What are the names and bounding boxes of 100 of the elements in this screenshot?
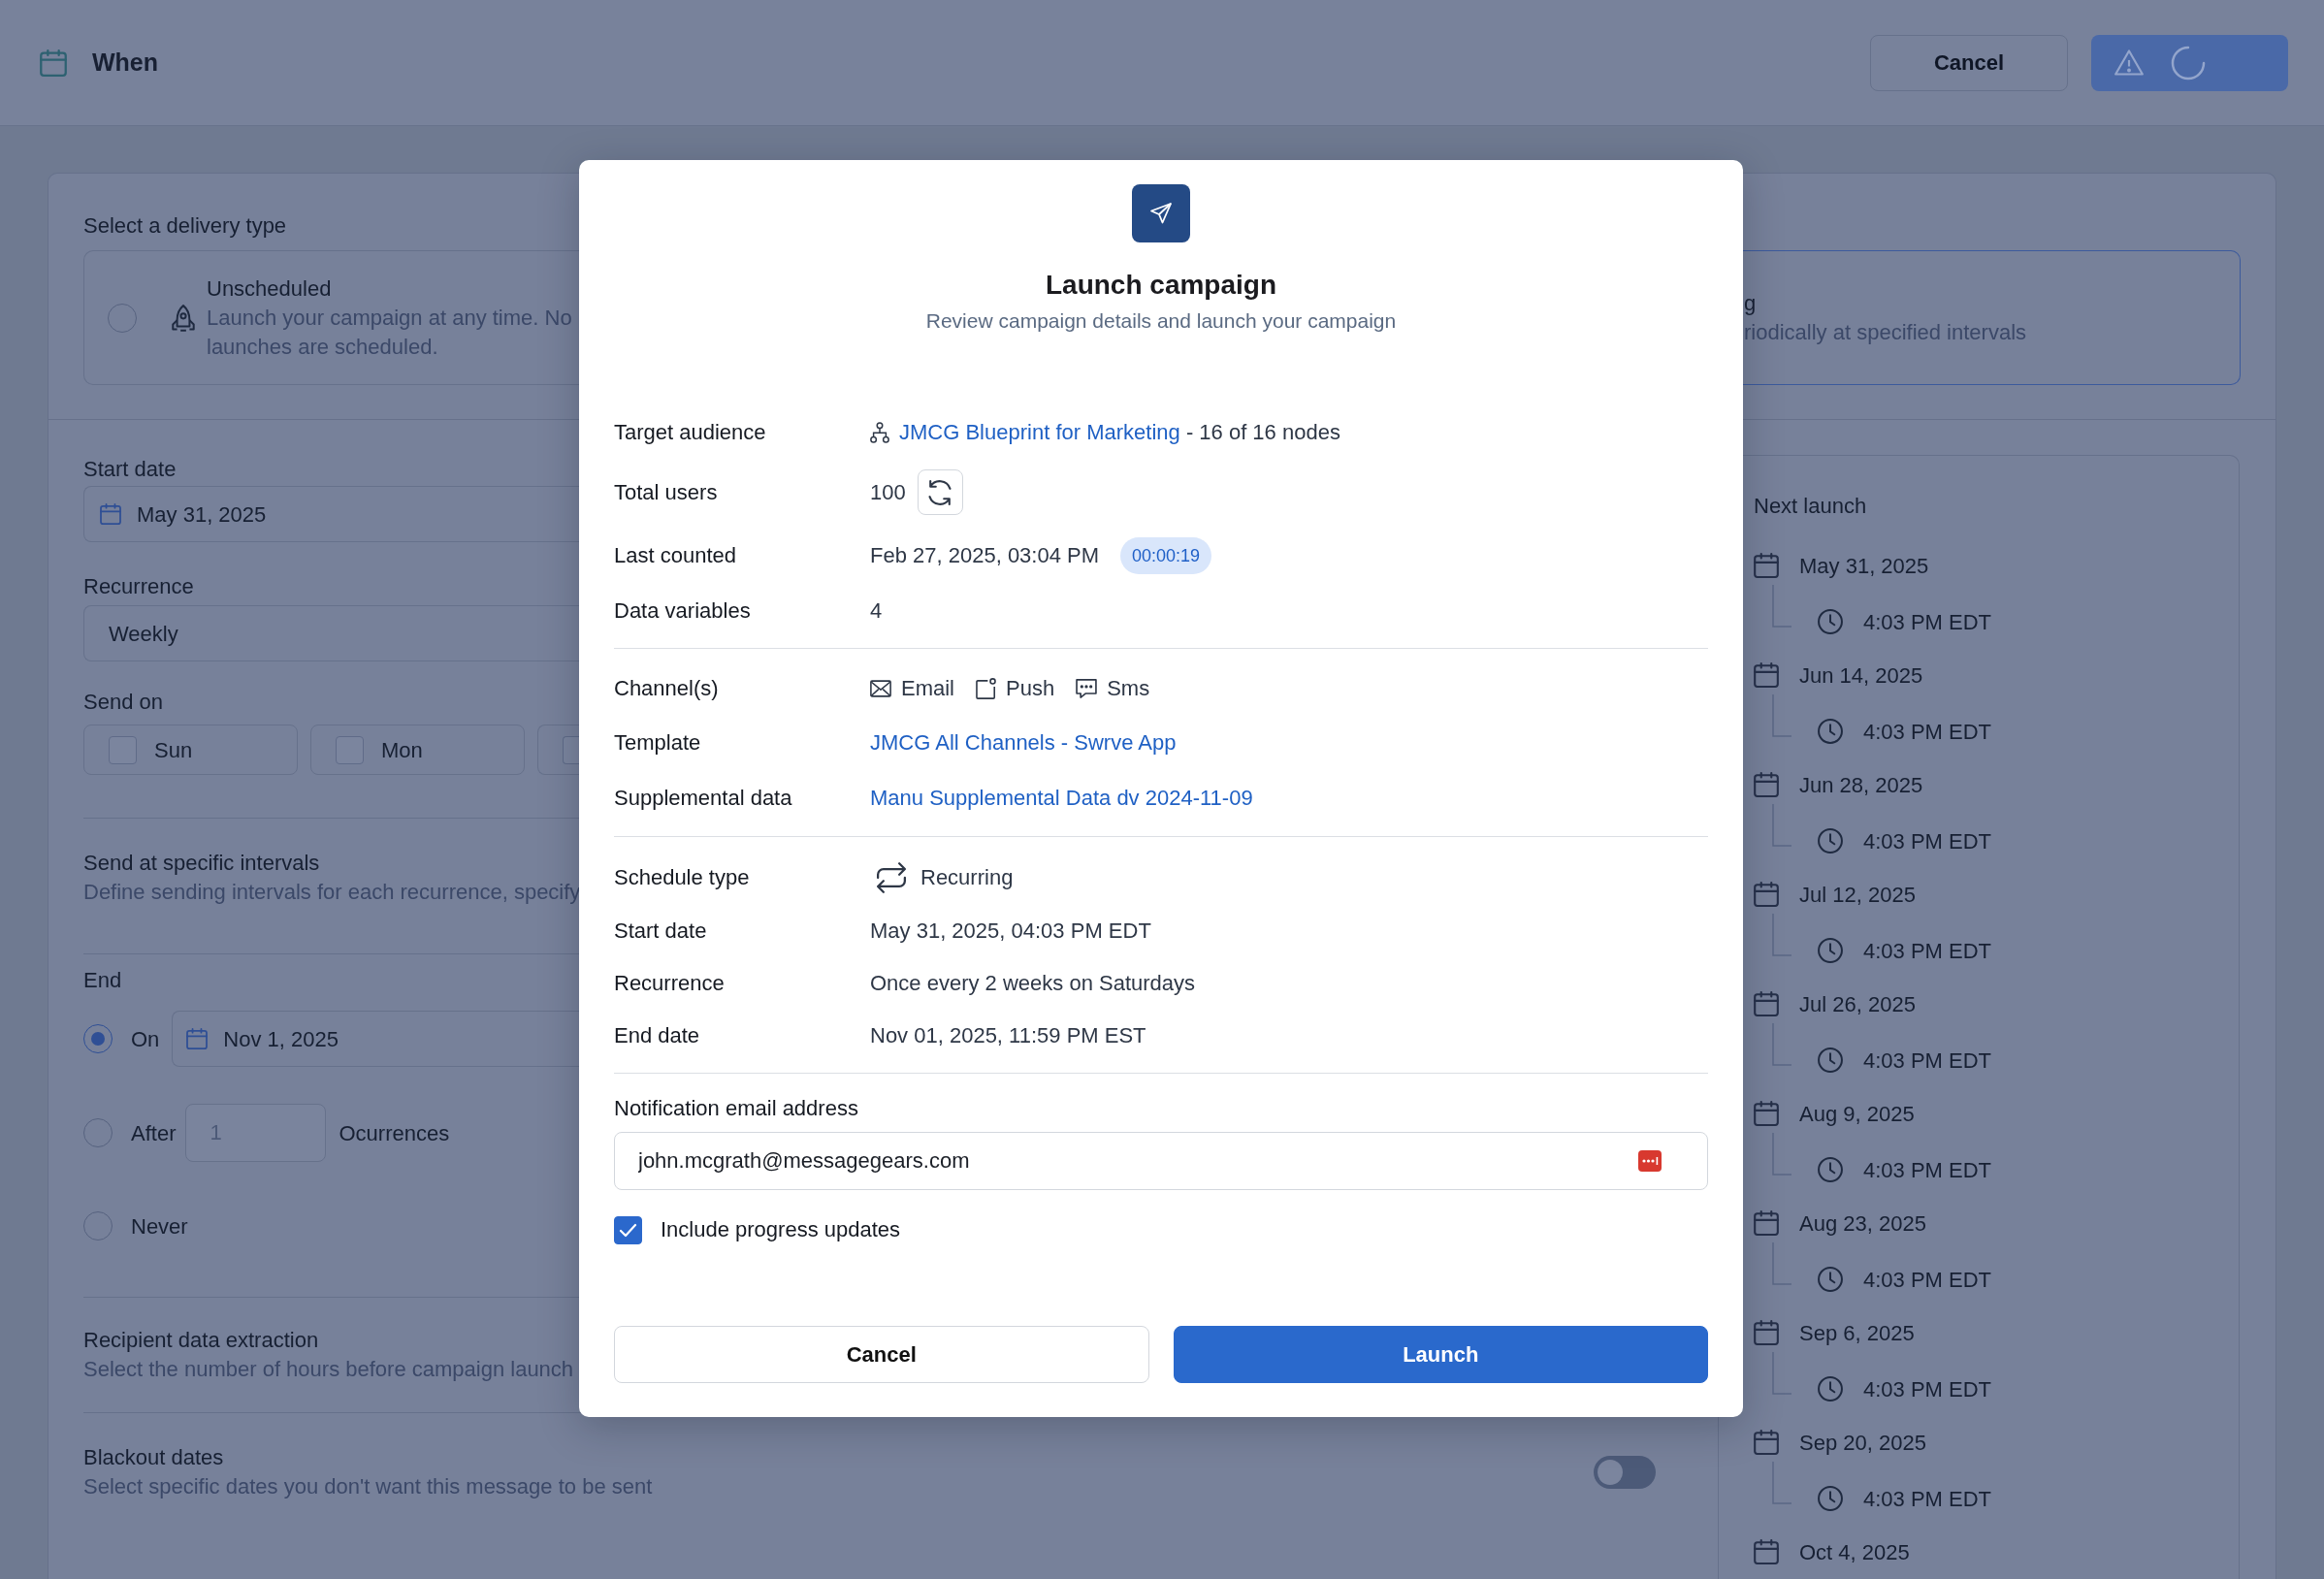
detail-label: Channel(s) xyxy=(614,675,720,702)
field-label: End xyxy=(83,967,122,994)
clock-icon xyxy=(1818,1157,1843,1182)
option-label: Never xyxy=(131,1212,188,1241)
clock-icon xyxy=(1818,938,1843,963)
calendar-icon xyxy=(1754,1210,1779,1236)
calendar-icon xyxy=(1754,662,1779,688)
ellipsis-icon xyxy=(1638,1150,1662,1172)
hierarchy-icon xyxy=(870,422,889,443)
connector-line xyxy=(1772,694,1791,737)
calendar-icon xyxy=(1754,1539,1779,1564)
audience-value: JMCG Blueprint for Marketing - 16 of 16 nodes xyxy=(899,419,1340,446)
connector-line xyxy=(1772,1133,1791,1176)
clock-icon xyxy=(1818,609,1843,634)
page-title: When xyxy=(92,47,159,78)
rocket-icon xyxy=(172,304,195,332)
option-title: g xyxy=(1744,289,1757,317)
email-field[interactable]: john.mcgrath@messagegears.com xyxy=(614,1132,1708,1190)
loading-button[interactable] xyxy=(2091,34,2288,91)
launch-date: Sep 20, 2025 xyxy=(1799,1429,1926,1457)
cancel-button[interactable]: Cancel xyxy=(614,1326,1149,1383)
launch-date: Aug 9, 2025 xyxy=(1799,1100,1915,1128)
launch-time: 4:03 PM EDT xyxy=(1863,608,1992,636)
app-notification-icon xyxy=(976,678,996,699)
section-title: Blackout dates xyxy=(83,1444,224,1471)
detail-value: 4 xyxy=(870,597,883,625)
field-label: Recurrence xyxy=(83,573,194,600)
audience-link[interactable]: JMCG Blueprint for Marketing xyxy=(899,420,1180,444)
detail-link[interactable]: Manu Supplemental Data dv 2024-11-09 xyxy=(870,782,1253,814)
launch-date: Jul 12, 2025 xyxy=(1799,881,1916,909)
repeat-icon xyxy=(876,862,907,893)
launch-time: 4:03 PM EDT xyxy=(1863,937,1992,965)
calendar-icon xyxy=(100,503,121,525)
check-icon xyxy=(619,1222,637,1238)
calendar-icon xyxy=(1754,772,1779,797)
detail-value: Feb 27, 2025, 03:04 PM xyxy=(870,542,1100,569)
detail-value: 100 xyxy=(870,478,906,506)
detail-label: Recurrence xyxy=(614,970,726,997)
launch-time: 4:03 PM EDT xyxy=(1863,1266,1992,1294)
field-label: Send on xyxy=(83,689,163,716)
panel-title: Next launch xyxy=(1754,493,1867,520)
section-description: Select the number of hours before campaign launch xyxy=(83,1356,574,1383)
section-title: Recipient data extraction xyxy=(83,1327,319,1354)
detail-label: Data variables xyxy=(614,597,752,625)
detail-label: Last counted xyxy=(614,542,737,569)
day-option[interactable]: Sun xyxy=(83,725,298,775)
date-field[interactable]: Nov 1, 2025 xyxy=(172,1011,580,1067)
detail-label: Template xyxy=(614,728,702,757)
launch-date: Jun 14, 2025 xyxy=(1799,661,1923,690)
connector-line xyxy=(1772,1462,1791,1504)
detail-value: Once every 2 weeks on Saturdays xyxy=(870,970,1196,997)
detail-link[interactable]: JMCG All Channels - Swrve App xyxy=(870,726,1177,758)
calendar-icon xyxy=(1754,991,1779,1016)
cancel-button[interactable]: Cancel xyxy=(1870,34,2068,91)
checkbox[interactable] xyxy=(336,735,364,764)
launch-time: 4:03 PM EDT xyxy=(1863,718,1992,746)
connector-line xyxy=(1772,1242,1791,1285)
checkbox-label: Include progress updates xyxy=(661,1216,901,1243)
day-option[interactable]: Mon xyxy=(310,725,525,775)
option-description: Launch your campaign at any time. No launches are scheduled. xyxy=(207,304,573,361)
calendar-icon xyxy=(1754,1320,1779,1345)
calendar-icon xyxy=(1754,1101,1779,1126)
detail-label: Target audience xyxy=(614,419,767,446)
detail-value: Nov 01, 2025, 11:59 PM EST xyxy=(870,1022,1146,1049)
toggle-switch[interactable] xyxy=(1594,1456,1656,1489)
detail-label: Total users xyxy=(614,478,719,506)
launch-date: Jun 28, 2025 xyxy=(1799,771,1923,799)
launch-time: 4:03 PM EDT xyxy=(1863,1156,1992,1184)
dialog-subtitle: Review campaign details and launch your campaign xyxy=(925,308,1397,334)
field-label: Notification email address xyxy=(614,1095,858,1122)
launch-date: Oct 4, 2025 xyxy=(1799,1538,1910,1566)
detail-label: Supplemental data xyxy=(614,784,793,812)
clock-icon xyxy=(1818,828,1843,854)
date-field[interactable]: May 31, 2025 xyxy=(83,486,580,542)
checkbox[interactable] xyxy=(109,735,137,764)
section-description: Select specific dates you don't want this message to be sent xyxy=(83,1473,653,1500)
clock-icon xyxy=(1818,1267,1843,1292)
clock-icon xyxy=(1818,1486,1843,1511)
calendar-icon xyxy=(40,48,67,77)
option-description: riodically at specified intervals xyxy=(1744,318,2027,346)
launch-button[interactable]: Launch xyxy=(1173,1326,1708,1383)
section-title: Send at specific intervals xyxy=(83,850,320,877)
launch-time: 4:03 PM EDT xyxy=(1863,827,1992,855)
calendar-icon xyxy=(1754,882,1779,907)
checkbox[interactable] xyxy=(614,1215,642,1244)
channel-label: Email xyxy=(901,675,954,702)
select-field[interactable]: Weekly xyxy=(83,605,580,661)
clock-icon xyxy=(1818,1376,1843,1402)
clock-icon xyxy=(1818,1047,1843,1073)
calendar-icon xyxy=(1754,1430,1779,1455)
calendar-icon xyxy=(186,1028,209,1049)
connector-line xyxy=(1772,1023,1791,1066)
launch-time: 4:03 PM EDT xyxy=(1863,1485,1992,1513)
channel-label: Sms xyxy=(1107,675,1150,702)
connector-line xyxy=(1772,804,1791,847)
calendar-icon xyxy=(1754,553,1779,578)
connector-line xyxy=(1772,585,1791,628)
refresh-button[interactable] xyxy=(917,469,963,515)
connector-line xyxy=(1772,1352,1791,1395)
detail-label: End date xyxy=(614,1022,701,1049)
